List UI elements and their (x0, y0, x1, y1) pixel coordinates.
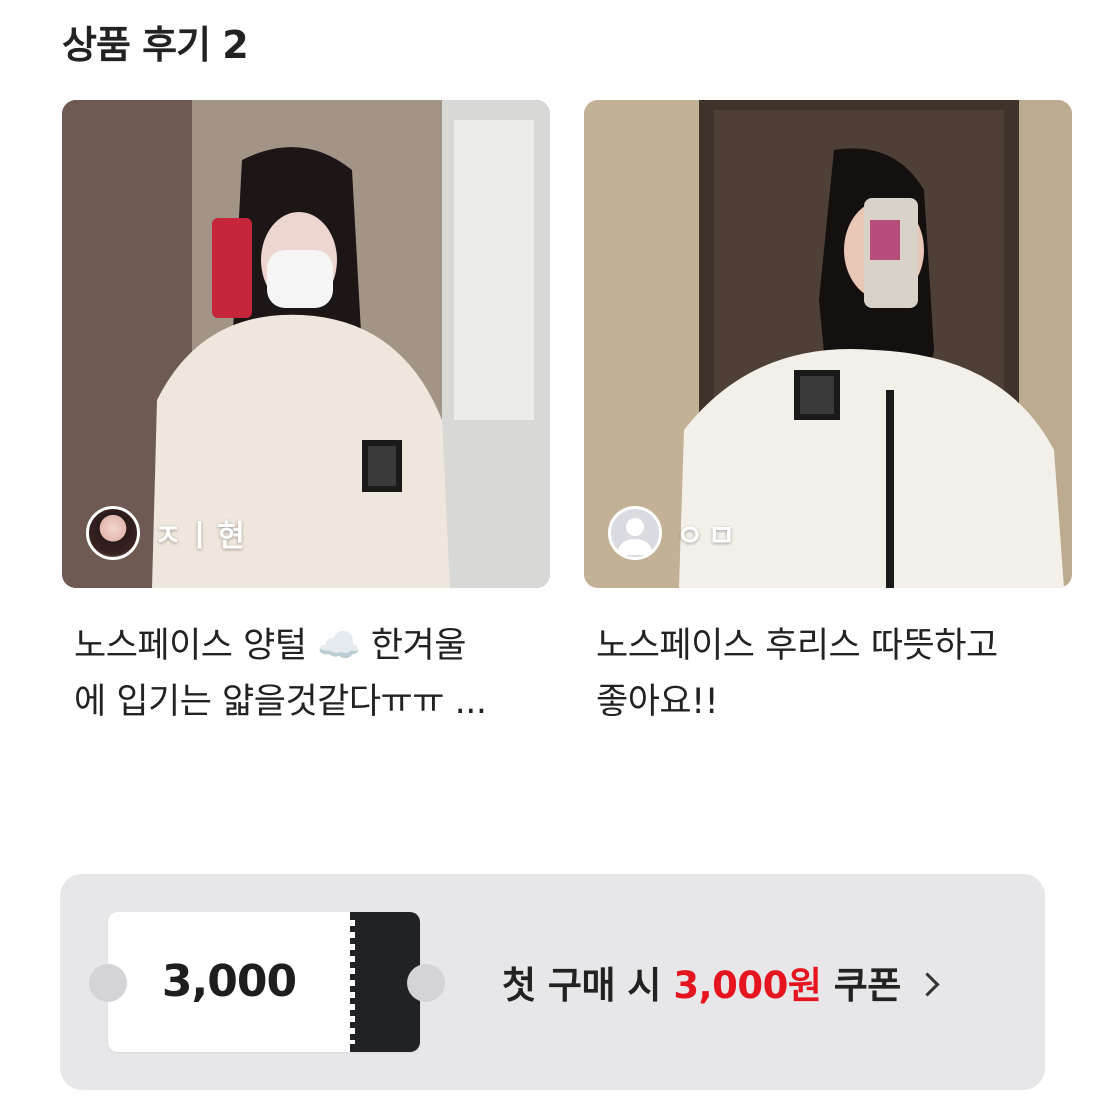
caption-line: 에 입기는 얇을것같다ㅠㅠ ... (74, 682, 487, 722)
caption-line: 좋아요!! (596, 682, 719, 722)
chevron-right-icon (915, 971, 940, 997)
author-name: ㅈㅣ현 (154, 519, 249, 554)
review-card-2[interactable]: ㅇㅁ (584, 100, 1072, 588)
caption-line: 노스페이스 양털 ☁️ 한겨울 (74, 626, 466, 666)
caption-line: 노스페이스 후리스 따뜻하고 (596, 626, 998, 666)
review-author-1[interactable]: ㅈㅣ현 (86, 506, 249, 560)
first-purchase-coupon-banner[interactable]: 3,000 첫 구매 시 3,000원 쿠폰 (60, 874, 1045, 1090)
review-caption-2[interactable]: 노스페이스 후리스 따뜻하고 좋아요!! (596, 618, 1066, 730)
coupon-ticket-icon: 3,000 (108, 912, 420, 1052)
avatar (86, 506, 140, 560)
coupon-text: 첫 구매 시 3,000원 쿠폰 (502, 874, 940, 1090)
ticket-notch (407, 964, 445, 1002)
coupon-amount: 3,000원 (673, 964, 822, 1007)
ticket-notch (89, 964, 127, 1002)
ticket-perforation (349, 920, 355, 1044)
review-caption-1[interactable]: 노스페이스 양털 ☁️ 한겨울 에 입기는 얇을것같다ㅠㅠ ... (74, 618, 544, 730)
author-name: ㅇㅁ (676, 519, 740, 554)
coupon-text-suffix: 쿠폰 (821, 964, 902, 1007)
coupon-text-prefix: 첫 구매 시 (502, 964, 674, 1007)
review-author-2[interactable]: ㅇㅁ (608, 506, 739, 560)
ticket-amount: 3,000 (161, 956, 297, 1007)
section-title: 상품 후기 2 (62, 23, 249, 67)
default-user-icon (608, 506, 662, 560)
review-card-1[interactable]: ㅈㅣ현 (62, 100, 550, 588)
